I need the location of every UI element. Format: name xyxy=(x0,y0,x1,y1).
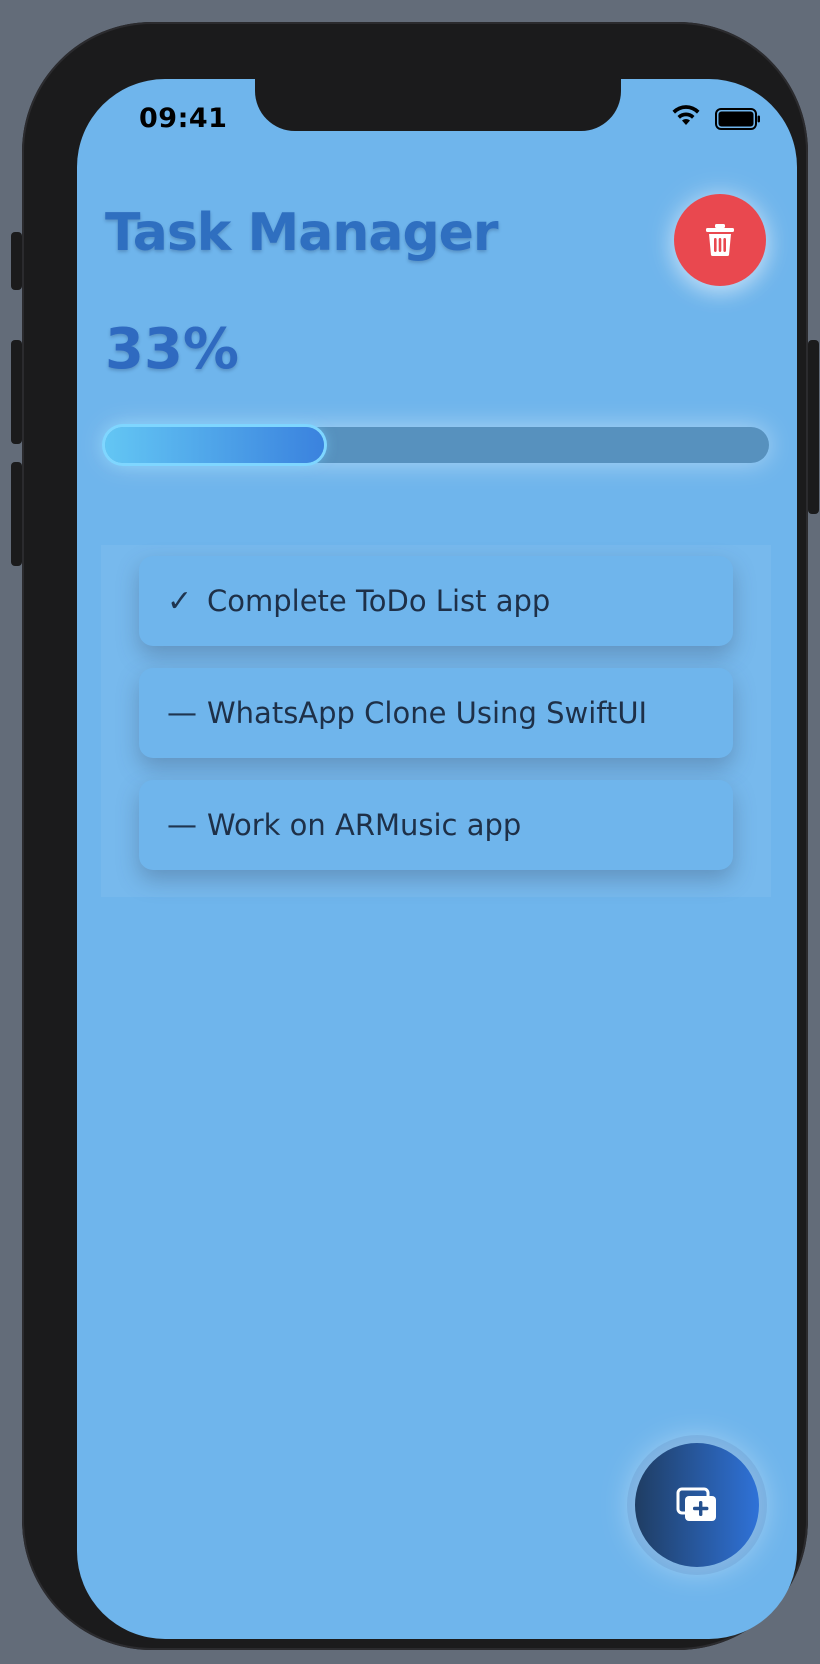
wifi-icon xyxy=(672,105,700,125)
task-label: WhatsApp Clone Using SwiftUI xyxy=(207,696,648,730)
checkmark-icon: ✓ xyxy=(167,583,193,619)
dash-icon: — xyxy=(167,807,197,843)
add-task-icon xyxy=(676,1487,716,1521)
task-label: Work on ARMusic app xyxy=(207,808,522,842)
trash-icon xyxy=(706,224,734,256)
status-time: 09:41 xyxy=(139,103,228,134)
page-title: Task Manager xyxy=(105,203,499,263)
add-task-button[interactable] xyxy=(635,1443,759,1567)
mute-switch xyxy=(11,232,22,290)
volume-up-button xyxy=(11,340,22,444)
power-button xyxy=(808,340,819,514)
device-frame: 09:41 Task Manager 33% ✓ Complete ToDo L… xyxy=(11,22,819,1650)
task-label: Complete ToDo List app xyxy=(207,584,551,618)
notch xyxy=(255,79,621,131)
task-item[interactable]: — WhatsApp Clone Using SwiftUI xyxy=(139,668,733,758)
task-item[interactable]: ✓ Complete ToDo List app xyxy=(139,556,733,646)
volume-down-button xyxy=(11,462,22,566)
app-screen: 09:41 Task Manager 33% ✓ Complete ToDo L… xyxy=(77,79,797,1639)
progress-percent: 33% xyxy=(105,317,240,382)
delete-tasks-button[interactable] xyxy=(674,194,766,286)
progress-bar xyxy=(105,427,769,463)
task-item[interactable]: — Work on ARMusic app xyxy=(139,780,733,870)
progress-fill xyxy=(105,427,325,463)
battery-icon xyxy=(715,108,760,130)
dash-icon: — xyxy=(167,695,197,731)
